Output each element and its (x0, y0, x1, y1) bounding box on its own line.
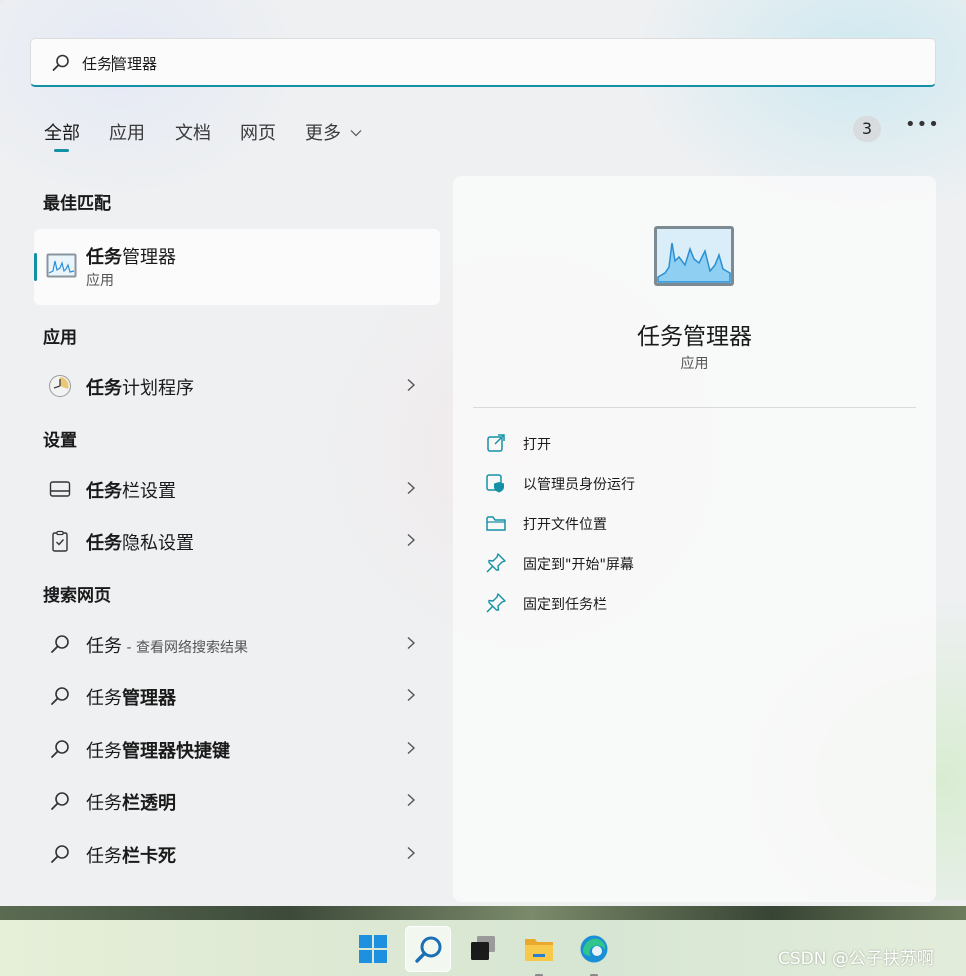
action-pin-to-start[interactable]: 固定到"开始"屏幕 (483, 548, 903, 578)
action-open-file-location[interactable]: 打开文件位置 (483, 508, 903, 538)
taskbar-settings-icon (49, 481, 71, 497)
search-icon (51, 845, 69, 863)
section-settings: 设置 (43, 431, 77, 451)
search-icon (51, 687, 69, 705)
folder-icon (486, 516, 506, 531)
tab-more[interactable]: 更多 (305, 119, 362, 145)
tab-active-indicator (54, 149, 69, 152)
section-best-match: 最佳匹配 (43, 194, 111, 214)
action-open[interactable]: 打开 (483, 428, 903, 458)
list-item-task-scheduler[interactable]: 任务计划程序 (34, 362, 440, 408)
task-view-button[interactable] (460, 926, 506, 972)
list-item-label: 任务栏设置 (86, 481, 176, 502)
pin-icon (486, 553, 506, 573)
admin-shield-icon (486, 474, 504, 493)
section-apps: 应用 (43, 328, 77, 348)
search-input[interactable]: 任务管理器 (82, 53, 157, 74)
clipboard-check-icon (52, 530, 68, 552)
tab-all[interactable]: 全部 (44, 119, 80, 145)
web-result-item[interactable]: 任务 - 查看网络搜索结果 (34, 620, 440, 666)
chevron-right-icon (407, 846, 416, 860)
search-icon (51, 635, 69, 653)
tab-documents[interactable]: 文档 (175, 119, 211, 145)
list-item-taskbar-settings[interactable]: 任务栏设置 (34, 465, 440, 511)
chevron-right-icon (407, 688, 416, 702)
edge-icon (580, 935, 608, 963)
tab-apps[interactable]: 应用 (109, 119, 145, 145)
list-item-label: 任务隐私设置 (86, 533, 194, 554)
list-item-label: 任务管理器快捷键 (86, 741, 230, 762)
chevron-right-icon (407, 533, 416, 547)
list-item-task-privacy-settings[interactable]: 任务隐私设置 (34, 517, 440, 563)
list-item-label: 任务栏卡死 (86, 846, 176, 867)
detail-title: 任务管理器 (637, 324, 752, 350)
chevron-right-icon (407, 636, 416, 650)
web-result-item[interactable]: 任务栏透明 (34, 777, 440, 823)
best-match-title: 任务管理器 (86, 247, 176, 268)
result-count-badge[interactable]: 3 (853, 116, 881, 142)
more-options-icon[interactable]: ••• (905, 114, 940, 135)
search-icon (51, 792, 69, 810)
chevron-right-icon (407, 793, 416, 807)
detail-subtitle: 应用 (680, 356, 709, 372)
task-manager-icon (654, 226, 734, 286)
task-view-icon (471, 936, 495, 960)
pin-icon (486, 593, 506, 613)
action-label: 固定到任务栏 (523, 597, 607, 613)
search-typed-text: 任务 (82, 55, 113, 73)
search-autocomplete-text: 管理器 (112, 55, 158, 73)
task-manager-icon (46, 253, 77, 278)
clock-icon (49, 375, 71, 397)
action-pin-to-taskbar[interactable]: 固定到任务栏 (483, 588, 903, 618)
chevron-right-icon (407, 378, 416, 392)
start-icon (359, 935, 387, 963)
action-label: 打开文件位置 (523, 517, 607, 533)
list-item-label: 任务栏透明 (86, 793, 176, 814)
open-external-icon (487, 434, 505, 452)
tab-more-label: 更多 (305, 123, 341, 144)
search-box[interactable]: 任务管理器 (30, 38, 936, 87)
search-taskbar-button[interactable] (405, 926, 451, 972)
list-item-label: 任务计划程序 (86, 378, 194, 399)
best-match-subtitle: 应用 (86, 273, 114, 289)
search-icon (52, 54, 69, 71)
chevron-right-icon (407, 741, 416, 755)
edge-browser-button[interactable] (571, 926, 617, 976)
chevron-right-icon (407, 481, 416, 495)
action-label: 以管理员身份运行 (523, 477, 635, 493)
list-item-label: 任务管理器 (86, 688, 176, 709)
file-explorer-icon (525, 939, 553, 961)
list-item-label: 任务 - 查看网络搜索结果 (86, 636, 248, 657)
tab-web[interactable]: 网页 (240, 119, 276, 145)
action-label: 打开 (523, 437, 551, 453)
web-result-item[interactable]: 任务管理器 (34, 672, 440, 718)
chevron-down-icon (350, 130, 362, 137)
file-explorer-button[interactable] (516, 926, 562, 976)
result-detail-panel: 任务管理器 应用 打开 以管理员身份运行 打开文件位置 固定到"开始"屏幕 固定… (453, 176, 936, 902)
section-web-search: 搜索网页 (43, 586, 111, 606)
best-match-result[interactable]: 任务管理器 应用 (34, 229, 440, 305)
desktop-wallpaper-strip (0, 900, 966, 922)
start-button[interactable] (350, 926, 396, 972)
action-label: 固定到"开始"屏幕 (523, 557, 634, 573)
search-icon (51, 740, 69, 758)
selection-indicator (34, 253, 37, 281)
watermark: CSDN @公子扶苏啊 (778, 949, 934, 969)
divider (473, 407, 916, 408)
web-result-item[interactable]: 任务管理器快捷键 (34, 725, 440, 771)
web-result-item[interactable]: 任务栏卡死 (34, 830, 440, 876)
action-run-as-admin[interactable]: 以管理员身份运行 (483, 468, 903, 498)
search-icon (415, 936, 442, 963)
